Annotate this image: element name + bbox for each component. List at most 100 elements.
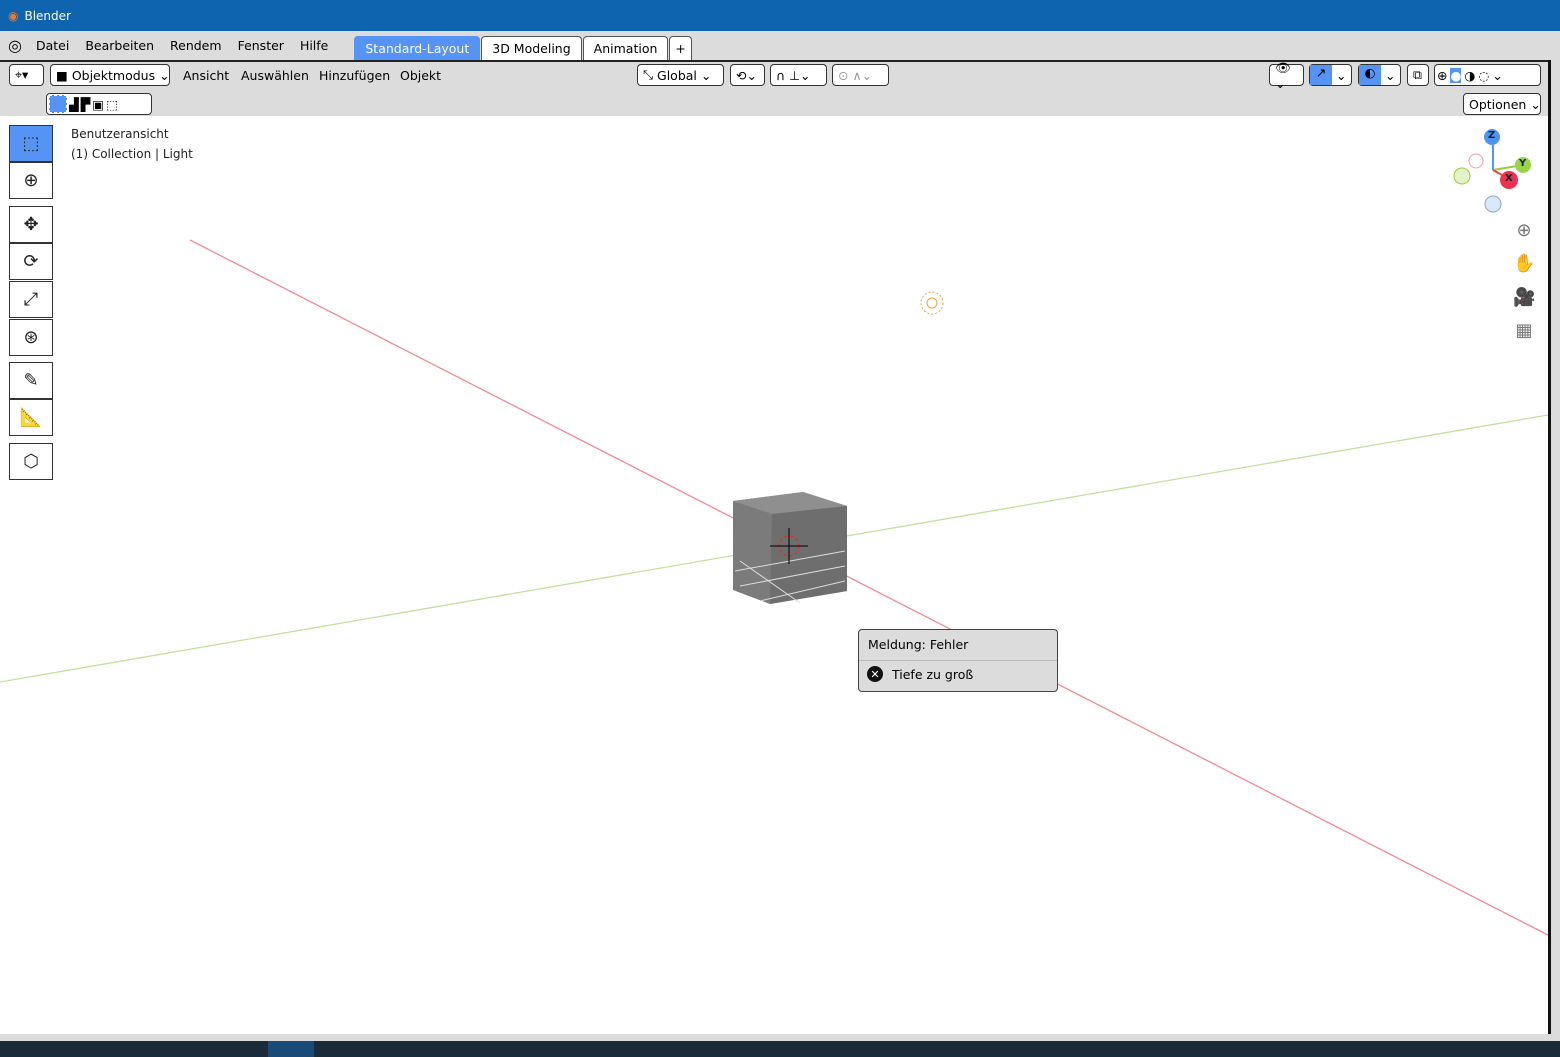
select-box-tool[interactable]: ⬚ xyxy=(9,125,53,162)
cursor-icon: ⊕ xyxy=(23,170,39,191)
measure-ruler-icon: 📐 xyxy=(19,407,43,428)
blender-logo-icon: ◉ xyxy=(8,8,19,23)
select-intersect-icon[interactable]: ⬚ xyxy=(106,97,118,112)
solid-shading-icon[interactable]: ● xyxy=(1450,67,1462,83)
tab-3d-modeling[interactable]: 3D Modeling xyxy=(481,35,582,60)
visibility-dropdown[interactable]: 👁⌄ xyxy=(1269,60,1304,91)
navigation-gizmo xyxy=(1453,129,1531,213)
scale-icon: ⤢ xyxy=(23,289,39,310)
view-name: Benutzeransicht xyxy=(71,127,169,141)
proportional-edit-icon: ⊙ xyxy=(838,67,849,83)
error-icon: ✕ xyxy=(867,666,883,682)
xray-toggle[interactable]: ⧉ xyxy=(1407,64,1429,86)
material-shading-icon[interactable]: ◑ xyxy=(1464,68,1475,83)
gizmo-z-label[interactable]: Z xyxy=(1488,130,1495,141)
editor-type-button[interactable]: ⌖▾ xyxy=(9,64,44,86)
select-new-icon[interactable] xyxy=(49,95,67,113)
annotate-pencil-icon: ✎ xyxy=(23,370,39,391)
annotate-tool[interactable]: ✎ xyxy=(9,362,53,399)
os-taskbar xyxy=(0,1041,1560,1057)
menu-fenster[interactable]: Fenster xyxy=(230,33,292,59)
menu-hinzufuegen[interactable]: Hinzufügen xyxy=(319,68,390,83)
chevron-down-icon: ⌄ xyxy=(1385,67,1396,83)
gizmo-x-label[interactable]: X xyxy=(1505,173,1513,184)
move-icon: ✥ xyxy=(23,214,39,235)
chevron-down-icon: ⌄ xyxy=(700,67,712,83)
perspective-grid-icon[interactable]: ▦ xyxy=(1513,320,1535,341)
snap-increment-icon: ⊥⌄ xyxy=(789,67,811,83)
options-label: Optionen xyxy=(1469,96,1527,112)
mode-dropdown[interactable]: ■ Objektmodus ⌄ xyxy=(50,64,170,86)
error-report-popup: Meldung: Fehler ✕ Tiefe zu groß xyxy=(858,629,1058,692)
taskbar-blender-icon[interactable] xyxy=(268,1041,314,1057)
tab-standard-layout[interactable]: Standard-Layout xyxy=(354,35,481,60)
menu-auswaehlen[interactable]: Auswählen xyxy=(241,68,309,83)
select-invert-icon[interactable]: ▣ xyxy=(92,97,104,112)
light-object xyxy=(920,291,944,315)
right-panel-edge[interactable] xyxy=(1548,60,1560,1035)
eye-icon: 👁⌄ xyxy=(1275,59,1291,91)
options-dropdown[interactable]: Optionen ⌄ xyxy=(1463,93,1541,115)
select-box-icon: ⬚ xyxy=(22,133,40,154)
chevron-down-icon: ⌄ xyxy=(1530,96,1541,112)
scale-tool[interactable]: ⤢ xyxy=(9,281,53,318)
snap-dropdown[interactable]: ∩ ⊥⌄ xyxy=(770,64,827,86)
rotate-tool[interactable]: ⟳ xyxy=(9,243,53,280)
rendered-shading-icon[interactable]: ◌ xyxy=(1478,68,1489,83)
overlay-toggle[interactable]: ◐ ⌄ xyxy=(1358,64,1401,86)
zoom-icon[interactable]: ⊕ xyxy=(1513,220,1535,241)
menu-ansicht[interactable]: Ansicht xyxy=(183,68,229,83)
chevron-down-icon: ⌄ xyxy=(159,67,170,83)
snap-magnet-icon: ∩ xyxy=(776,67,786,83)
viewport-header: ⌖▾ ■ Objektmodus ⌄ Ansicht Auswählen Hinzu… xyxy=(0,60,1552,116)
chevron-down-icon: ⌄ xyxy=(1336,67,1347,83)
error-message: Tiefe zu groß xyxy=(892,666,974,682)
window-title: Blender xyxy=(24,8,71,23)
gizmo-y-label[interactable]: Y xyxy=(1519,158,1526,169)
transform-icon: ⊛ xyxy=(23,327,39,348)
3d-viewport[interactable]: Z Y X Benutzeransicht (1) Collection | L… xyxy=(0,116,1548,1034)
gizmo-icon: ↗ xyxy=(1310,65,1332,85)
transform-tool[interactable]: ⊛ xyxy=(9,319,53,356)
falloff-icon: ∧⌄ xyxy=(852,67,873,83)
orientation-dropdown[interactable]: ⤡ Global ⌄ xyxy=(637,64,724,86)
select-subtract-icon[interactable]: ▛ xyxy=(81,97,91,112)
status-bar xyxy=(0,1034,1560,1041)
add-workspace-button[interactable]: + xyxy=(669,35,692,60)
collection-info: (1) Collection | Light xyxy=(71,147,193,161)
x-axis-line xyxy=(189,239,1548,936)
title-bar: ◉ Blender xyxy=(0,0,1560,31)
measure-tool[interactable]: 📐 xyxy=(9,399,53,436)
proportional-edit-dropdown[interactable]: ⊙ ∧⌄ xyxy=(832,64,889,86)
camera-icon[interactable]: 🎥 xyxy=(1513,287,1535,308)
viewport-scene xyxy=(0,129,1548,936)
object-mode-icon: ■ xyxy=(56,67,68,83)
cube-object xyxy=(733,492,847,604)
menu-bearbeiten[interactable]: Bearbeiten xyxy=(77,33,162,59)
xray-icon: ⧉ xyxy=(1413,67,1422,82)
move-tool[interactable]: ✥ xyxy=(9,206,53,243)
add-cube-tool[interactable]: ⬡ xyxy=(9,443,53,480)
cursor-tool[interactable]: ⊕ xyxy=(9,162,53,199)
menu-rendern[interactable]: Rendem xyxy=(162,33,230,59)
overlay-icon: ◐ xyxy=(1359,65,1381,85)
rotate-icon: ⟳ xyxy=(23,251,39,272)
wireframe-shading-icon[interactable]: ⊕ xyxy=(1437,68,1447,83)
select-mode-group: ▟ ▛ ▣ ⬚ xyxy=(46,93,152,115)
menu-datei[interactable]: Datei xyxy=(28,33,77,59)
popup-title: Meldung: Fehler xyxy=(859,630,1057,661)
mode-label: Objektmodus xyxy=(71,67,156,83)
menu-objekt[interactable]: Objekt xyxy=(400,68,441,83)
blender-menu-icon[interactable]: ◎ xyxy=(8,36,22,55)
orientation-icon: ⤡ xyxy=(643,67,654,82)
menu-hilfe[interactable]: Hilfe xyxy=(292,33,336,59)
pivot-icon: ⟲⌄ xyxy=(736,67,757,83)
editor-type-icon: ⌖▾ xyxy=(15,67,29,82)
pivot-dropdown[interactable]: ⟲⌄ xyxy=(730,64,765,86)
chevron-down-icon[interactable]: ⌄ xyxy=(1492,68,1502,83)
gizmo-toggle[interactable]: ↗ ⌄ xyxy=(1309,64,1352,86)
select-extend-icon[interactable]: ▟ xyxy=(69,97,79,112)
hand-pan-icon[interactable]: ✋ xyxy=(1513,253,1535,274)
menu-bar: ◎ Datei Bearbeiten Rendem Fenster Hilfe … xyxy=(0,31,1560,60)
tab-animation[interactable]: Animation xyxy=(582,35,669,60)
